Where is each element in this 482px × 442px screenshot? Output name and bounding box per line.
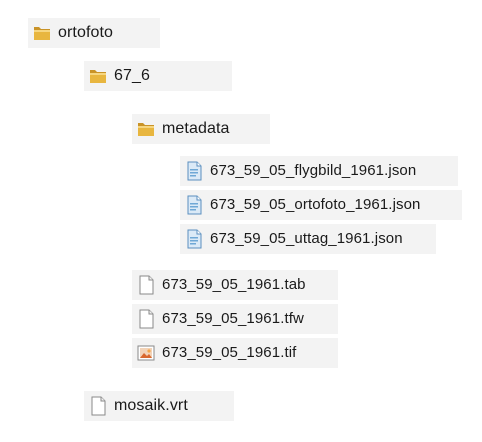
tree-item-ortofoto[interactable]: ortofoto [28, 18, 160, 48]
folder-icon [88, 65, 108, 87]
tree-item-67-6[interactable]: 67_6 [84, 61, 232, 91]
json-file-icon [184, 194, 204, 216]
item-label: metadata [162, 120, 230, 137]
folder-icon [136, 118, 156, 140]
json-file-icon [184, 160, 204, 182]
item-label: 673_59_05_1961.tif [162, 344, 297, 361]
tree-item-tif-file[interactable]: 673_59_05_1961.tif [132, 338, 338, 368]
item-label: 673_59_05_flygbild_1961.json [210, 162, 417, 179]
item-label: 673_59_05_uttag_1961.json [210, 230, 403, 247]
tree-item-ortofoto-json[interactable]: 673_59_05_ortofoto_1961.json [180, 190, 462, 220]
item-label: 673_59_05_1961.tfw [162, 310, 304, 327]
tree-item-flygbild-json[interactable]: 673_59_05_flygbild_1961.json [180, 156, 458, 186]
blank-file-icon [136, 274, 156, 296]
tree-item-tab-file[interactable]: 673_59_05_1961.tab [132, 270, 338, 300]
item-label: 67_6 [114, 67, 150, 84]
folder-icon [32, 22, 52, 44]
tree-item-metadata[interactable]: metadata [132, 114, 270, 144]
item-label: 673_59_05_ortofoto_1961.json [210, 196, 421, 213]
item-label: 673_59_05_1961.tab [162, 276, 306, 293]
tree-item-uttag-json[interactable]: 673_59_05_uttag_1961.json [180, 224, 436, 254]
item-label: ortofoto [58, 24, 114, 41]
tree-item-mosaik-vrt[interactable]: mosaik.vrt [84, 391, 234, 421]
tree-item-tfw-file[interactable]: 673_59_05_1961.tfw [132, 304, 338, 334]
image-file-icon [136, 342, 156, 364]
blank-file-icon [88, 395, 108, 417]
json-file-icon [184, 228, 204, 250]
item-label: mosaik.vrt [114, 397, 188, 414]
blank-file-icon [136, 308, 156, 330]
